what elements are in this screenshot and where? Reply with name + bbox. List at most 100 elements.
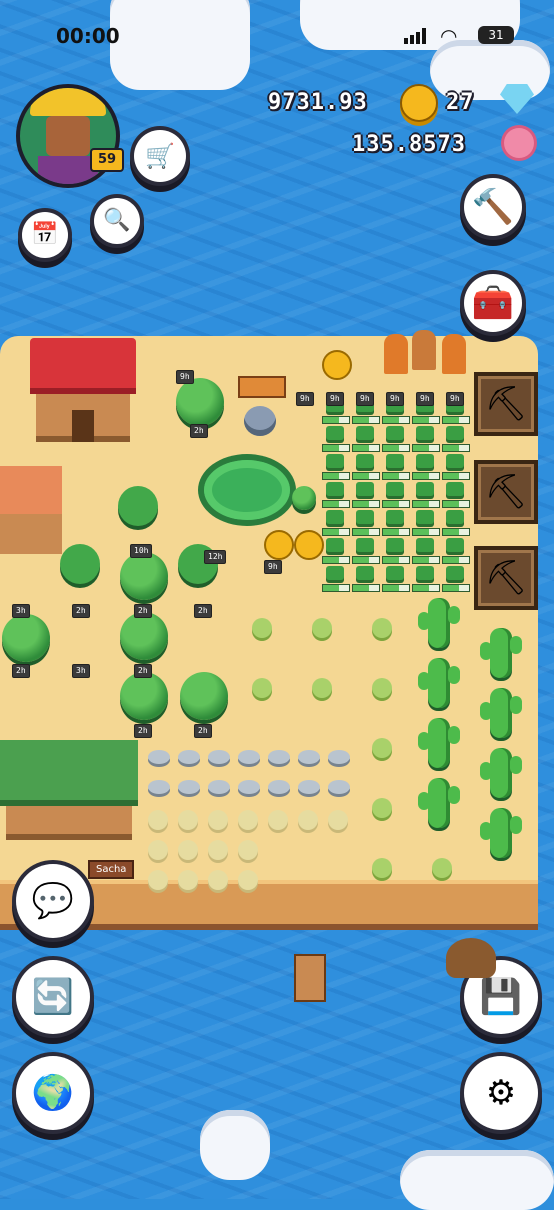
barn-building[interactable] [30, 338, 136, 442]
bush[interactable] [312, 618, 332, 638]
coin-reward-icon[interactable] [294, 530, 324, 560]
calendar-button[interactable]: 📅 [22, 212, 68, 258]
tree[interactable] [120, 612, 168, 660]
bush[interactable] [208, 840, 228, 860]
bush[interactable] [372, 618, 392, 638]
cactus[interactable] [418, 598, 460, 648]
green-roof-house[interactable] [0, 740, 138, 840]
crop-plot[interactable] [416, 538, 434, 552]
cactus[interactable] [418, 718, 460, 768]
bush[interactable] [252, 618, 272, 638]
crop-plot[interactable] [386, 566, 404, 580]
swap-button[interactable]: 🔄 [16, 960, 90, 1034]
small-tree[interactable] [292, 486, 316, 510]
crop-plot[interactable] [446, 482, 464, 496]
tree[interactable] [180, 672, 228, 720]
bush[interactable] [432, 858, 452, 878]
crop-plot[interactable] [416, 426, 434, 440]
bush[interactable] [178, 840, 198, 860]
coin-reward-icon[interactable] [322, 350, 352, 380]
tree[interactable] [2, 614, 50, 662]
crop-plot[interactable] [356, 482, 374, 496]
bush[interactable] [148, 870, 168, 890]
rock[interactable] [328, 750, 350, 764]
bush[interactable] [372, 738, 392, 758]
crop-plot[interactable] [416, 482, 434, 496]
crop-plot[interactable] [356, 566, 374, 580]
crop-plot[interactable] [446, 426, 464, 440]
crop-plot[interactable] [446, 510, 464, 524]
bush[interactable] [372, 798, 392, 818]
water-well[interactable] [238, 376, 286, 438]
bush[interactable] [372, 858, 392, 878]
crop-plot[interactable] [326, 426, 344, 440]
crop-plot[interactable] [386, 454, 404, 468]
pond[interactable] [204, 460, 290, 520]
crop-plot[interactable] [326, 566, 344, 580]
scarecrow[interactable] [384, 334, 408, 374]
crop-plot[interactable] [356, 538, 374, 552]
crop-plot[interactable] [356, 454, 374, 468]
crop-plot[interactable] [416, 566, 434, 580]
bush[interactable] [148, 840, 168, 860]
cactus[interactable] [480, 688, 522, 738]
rock[interactable] [238, 750, 260, 764]
rock[interactable] [268, 750, 290, 764]
bush[interactable] [238, 840, 258, 860]
cactus[interactable] [480, 808, 522, 858]
coin-reward-icon[interactable] [264, 530, 294, 560]
bush[interactable] [208, 870, 228, 890]
tree[interactable] [176, 378, 224, 426]
gold-pickaxe-tool[interactable]: ⛏ [474, 546, 538, 610]
crop-plot[interactable] [326, 482, 344, 496]
rock[interactable] [268, 780, 290, 794]
bush[interactable] [178, 870, 198, 890]
iron-pickaxe-tool[interactable]: ⛏ [474, 460, 538, 524]
rock[interactable] [328, 780, 350, 794]
crop-plot[interactable] [356, 426, 374, 440]
player-avatar[interactable] [16, 84, 120, 188]
dock-sign[interactable] [294, 954, 326, 1002]
crop-plot[interactable] [416, 454, 434, 468]
bush[interactable] [178, 810, 198, 830]
palm-tree[interactable] [60, 544, 100, 584]
cactus[interactable] [480, 628, 522, 678]
stone-pickaxe-tool[interactable]: ⛏ [474, 372, 538, 436]
crop-plot[interactable] [446, 538, 464, 552]
bush[interactable] [298, 810, 318, 830]
bush[interactable] [208, 810, 228, 830]
rock[interactable] [298, 780, 320, 794]
crop-plot[interactable] [386, 510, 404, 524]
crop-plot[interactable] [386, 426, 404, 440]
bush[interactable] [238, 810, 258, 830]
bush[interactable] [268, 810, 288, 830]
palm-tree[interactable] [118, 486, 158, 526]
shop-building[interactable] [0, 466, 62, 554]
bush[interactable] [328, 810, 348, 830]
crop-plot[interactable] [326, 538, 344, 552]
toolbox-button[interactable]: 🧰 [464, 274, 522, 332]
crop-plot[interactable] [326, 510, 344, 524]
bush[interactable] [148, 810, 168, 830]
cactus[interactable] [418, 778, 460, 828]
scarecrow[interactable] [412, 330, 436, 370]
rock[interactable] [208, 750, 230, 764]
rock[interactable] [208, 780, 230, 794]
crop-plot[interactable] [446, 454, 464, 468]
scarecrow[interactable] [442, 334, 466, 374]
crop-plot[interactable] [446, 566, 464, 580]
build-hammer-button[interactable]: 🔨 [464, 178, 522, 236]
timed-task-button[interactable]: 🛒 [134, 130, 186, 182]
crop-plot[interactable] [386, 482, 404, 496]
rock[interactable] [148, 780, 170, 794]
cactus[interactable] [418, 658, 460, 708]
bush[interactable] [372, 678, 392, 698]
boat[interactable] [446, 938, 496, 978]
chat-button[interactable]: 💬 [16, 864, 90, 938]
settings-button[interactable]: ⚙ [464, 1056, 538, 1130]
crop-plot[interactable] [326, 454, 344, 468]
globe-button[interactable]: 🌍 [16, 1056, 90, 1130]
rock[interactable] [238, 780, 260, 794]
crop-plot[interactable] [356, 510, 374, 524]
bush[interactable] [252, 678, 272, 698]
